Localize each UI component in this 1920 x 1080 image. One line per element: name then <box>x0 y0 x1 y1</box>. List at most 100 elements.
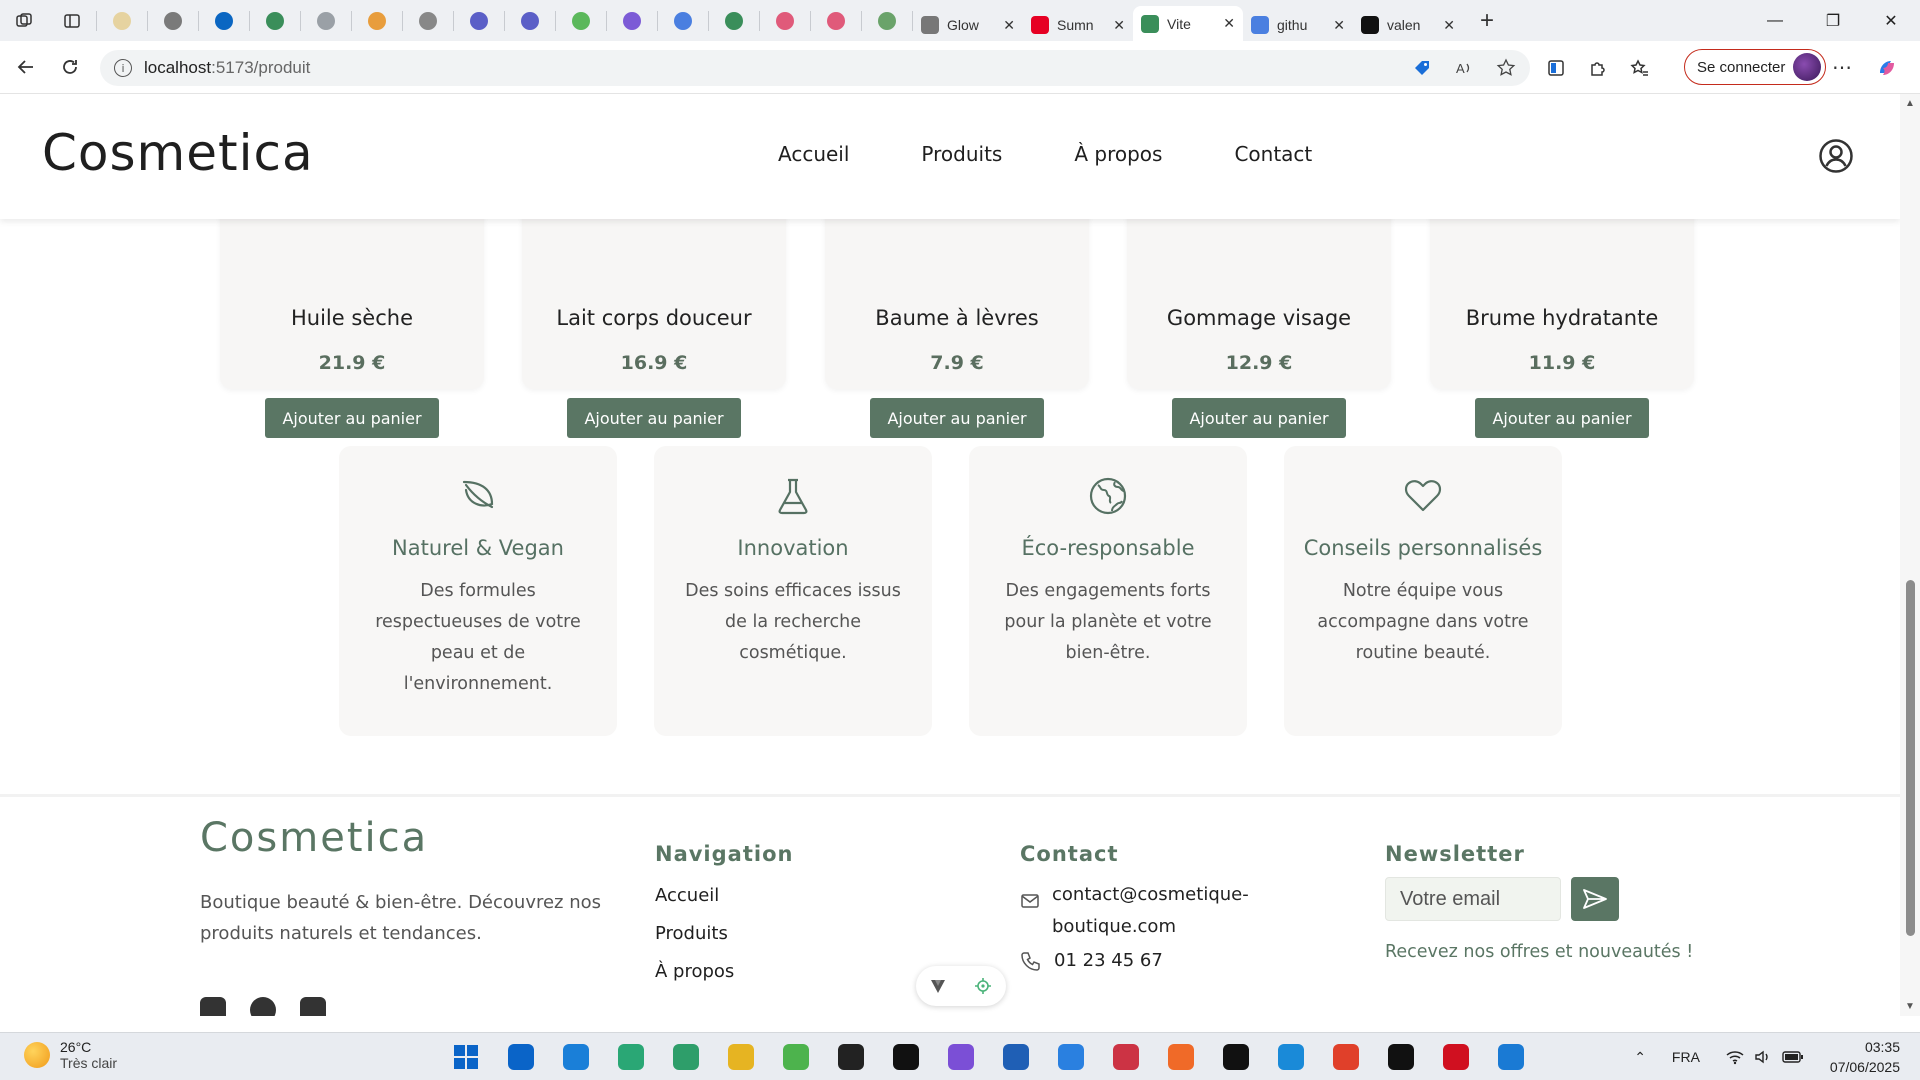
taskbar-app[interactable] <box>1436 1039 1476 1075</box>
add-to-cart-button[interactable]: Ajouter au panier <box>1475 398 1649 438</box>
nav-accueil[interactable]: Accueil <box>778 142 849 166</box>
taskbar-app[interactable] <box>1491 1039 1531 1075</box>
browser-tab[interactable]: githu ✕ <box>1243 9 1353 41</box>
taskbar-app[interactable] <box>1381 1039 1421 1075</box>
footer-link-accueil[interactable]: Accueil <box>655 885 734 906</box>
close-tab-icon[interactable]: ✕ <box>1113 17 1125 34</box>
taskbar-app[interactable] <box>1161 1039 1201 1075</box>
clock[interactable]: 03:35 07/06/2025 <box>1830 1037 1900 1077</box>
close-window-button[interactable]: ✕ <box>1862 0 1920 41</box>
copilot-icon[interactable] <box>1876 57 1898 79</box>
workspaces-icon[interactable] <box>0 0 48 41</box>
restore-button[interactable]: ❐ <box>1804 0 1862 41</box>
site-logo[interactable]: Cosmetica <box>42 124 314 182</box>
refresh-button[interactable] <box>48 49 92 85</box>
site-info-icon[interactable]: i <box>114 59 132 77</box>
pinned-tab[interactable] <box>403 0 453 41</box>
page-scrollbar[interactable]: ▲ ▼ <box>1900 94 1920 1016</box>
taskbar-app[interactable] <box>721 1039 761 1075</box>
taskbar-app[interactable] <box>1106 1039 1146 1075</box>
taskbar-app[interactable] <box>941 1039 981 1075</box>
facebook-icon[interactable] <box>250 997 276 1016</box>
contact-email[interactable]: contact@cosmetique-boutique.com <box>1052 879 1282 943</box>
app-icon <box>673 1044 699 1070</box>
new-tab-button[interactable]: + <box>1463 0 1511 41</box>
add-to-cart-button[interactable]: Ajouter au panier <box>265 398 439 438</box>
taskbar-app[interactable] <box>776 1039 816 1075</box>
taskbar-app[interactable] <box>996 1039 1036 1075</box>
taskbar-app[interactable] <box>886 1039 926 1075</box>
sign-in-button[interactable]: Se connecter <box>1684 49 1827 85</box>
pinned-tab[interactable] <box>760 0 810 41</box>
start-button[interactable] <box>446 1039 486 1075</box>
taskbar-app[interactable] <box>501 1039 541 1075</box>
pinned-tab[interactable] <box>556 0 606 41</box>
vite-devtools-icon[interactable] <box>930 978 946 994</box>
split-screen-icon[interactable] <box>1546 58 1566 78</box>
pinned-tab[interactable] <box>811 0 861 41</box>
twitter-icon[interactable] <box>300 997 326 1016</box>
nav-produits[interactable]: Produits <box>921 142 1002 166</box>
pinned-tab[interactable] <box>505 0 555 41</box>
taskbar-app[interactable] <box>1326 1039 1366 1075</box>
pinned-tab[interactable] <box>148 0 198 41</box>
close-tab-icon[interactable]: ✕ <box>1333 17 1345 34</box>
browser-tab[interactable]: Vite ✕ <box>1133 6 1243 41</box>
footer-link-a-propos[interactable]: À propos <box>655 961 734 982</box>
pinned-tab[interactable] <box>454 0 504 41</box>
pinned-tab[interactable] <box>301 0 351 41</box>
browser-tab[interactable]: valen ✕ <box>1353 9 1463 41</box>
browser-tab[interactable]: Glow ✕ <box>913 9 1023 41</box>
inspect-target-icon[interactable] <box>974 977 992 995</box>
scroll-down-arrow-icon[interactable]: ▼ <box>1905 1001 1915 1012</box>
url-text[interactable]: localhost:5173/produit <box>144 58 310 78</box>
nav-a-propos[interactable]: À propos <box>1074 142 1162 166</box>
pinned-tab[interactable] <box>250 0 300 41</box>
pinned-tab[interactable] <box>658 0 708 41</box>
add-to-cart-button[interactable]: Ajouter au panier <box>870 398 1044 438</box>
pinned-tab[interactable] <box>97 0 147 41</box>
pinned-tab[interactable] <box>199 0 249 41</box>
chevron-up-icon[interactable]: ⌃ <box>1634 1049 1646 1066</box>
close-tab-icon[interactable]: ✕ <box>1003 17 1015 34</box>
close-tab-icon[interactable]: ✕ <box>1223 15 1235 32</box>
pinned-tab[interactable] <box>352 0 402 41</box>
language-indicator[interactable]: FRA <box>1672 1049 1700 1065</box>
add-to-cart-button[interactable]: Ajouter au panier <box>567 398 741 438</box>
network-volume-battery-icons[interactable] <box>1726 1049 1804 1065</box>
tab-actions-icon[interactable] <box>48 0 96 41</box>
back-button[interactable] <box>4 49 48 85</box>
dev-tools-pill[interactable] <box>916 966 1006 1006</box>
minimize-button[interactable]: — <box>1746 0 1804 41</box>
newsletter-submit-button[interactable] <box>1571 877 1619 921</box>
pinned-tab[interactable] <box>607 0 657 41</box>
favorites-collection-icon[interactable] <box>1630 58 1650 78</box>
add-to-cart-button[interactable]: Ajouter au panier <box>1172 398 1346 438</box>
taskbar-app[interactable] <box>1271 1039 1311 1075</box>
extension-tag-icon[interactable] <box>1412 58 1432 78</box>
instagram-icon[interactable] <box>200 997 226 1016</box>
address-bar[interactable]: i localhost:5173/produit A <box>100 50 1530 86</box>
pinned-tab[interactable] <box>709 0 759 41</box>
taskbar-app[interactable] <box>666 1039 706 1075</box>
browser-tab[interactable]: Sumn ✕ <box>1023 9 1133 41</box>
footer-link-produits[interactable]: Produits <box>655 923 734 944</box>
extensions-puzzle-icon[interactable] <box>1588 58 1608 78</box>
taskbar-app[interactable] <box>556 1039 596 1075</box>
nav-contact[interactable]: Contact <box>1234 142 1312 166</box>
favorite-star-icon[interactable] <box>1496 58 1516 78</box>
scroll-up-arrow-icon[interactable]: ▲ <box>1905 98 1915 109</box>
taskbar-app[interactable] <box>611 1039 651 1075</box>
weather-widget[interactable]: 26°C Très clair <box>24 1039 117 1071</box>
scrollbar-thumb[interactable] <box>1906 580 1915 936</box>
pinned-tab[interactable] <box>862 0 912 41</box>
taskbar-app[interactable] <box>1216 1039 1256 1075</box>
taskbar-app[interactable] <box>1051 1039 1091 1075</box>
newsletter-email-input[interactable] <box>1385 877 1561 921</box>
taskbar-app[interactable] <box>831 1039 871 1075</box>
user-account-icon[interactable] <box>1818 138 1854 174</box>
more-options-icon[interactable]: ⋯ <box>1832 55 1852 80</box>
close-tab-icon[interactable]: ✕ <box>1443 17 1455 34</box>
read-aloud-icon[interactable]: A <box>1454 58 1474 78</box>
contact-phone[interactable]: 01 23 45 67 <box>1054 945 1284 977</box>
